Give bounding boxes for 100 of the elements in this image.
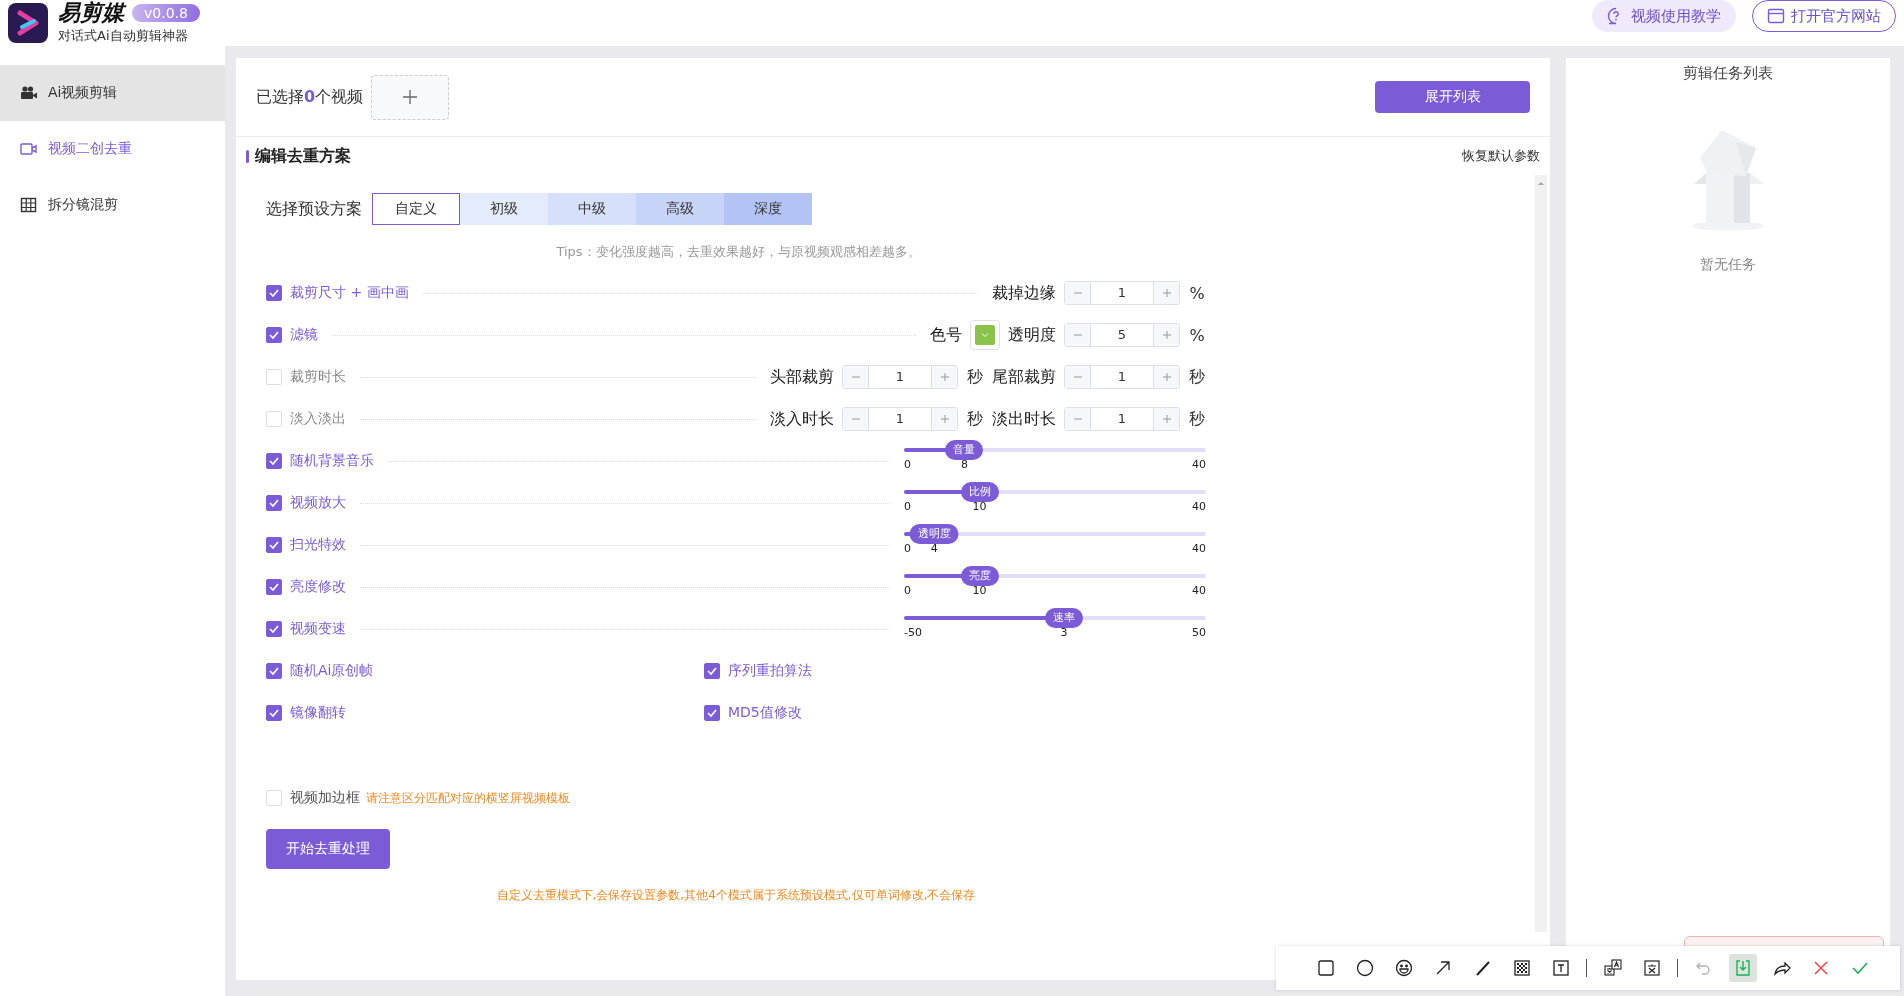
grid-icon	[20, 197, 38, 213]
checkbox[interactable]	[266, 705, 282, 721]
option-label: 镜像翻转	[290, 704, 346, 722]
option-label: MD5值修改	[728, 704, 802, 722]
panel-title: 剪辑任务列表	[1683, 64, 1773, 83]
preset-tab[interactable]: 自定义	[372, 193, 460, 225]
section-marker	[246, 149, 249, 163]
option-label: 视频变速	[290, 620, 346, 638]
number-stepper[interactable]: 5	[1064, 323, 1180, 347]
number-stepper[interactable]: 1	[842, 407, 958, 431]
preset-tab[interactable]: 初级	[460, 193, 548, 225]
app-logo	[8, 3, 48, 43]
option-label: 扫光特效	[290, 536, 346, 554]
slider-track[interactable]: 速率	[904, 608, 1206, 628]
browser-icon	[1767, 7, 1785, 25]
param-label: 裁掉边缘	[992, 282, 1056, 304]
slider-track[interactable]: 亮度	[904, 566, 1206, 586]
slider-thumb[interactable]: 音量	[945, 440, 984, 460]
number-stepper[interactable]: 1	[1064, 281, 1180, 305]
checkbox[interactable]	[266, 621, 282, 637]
app-tagline: 对话式Ai自动剪辑神器	[58, 27, 189, 45]
warning-note: 请注意区分匹配对应的横竖屏视频模板	[366, 789, 570, 807]
sidebar-item[interactable]: Ai视频剪辑	[0, 65, 225, 121]
reset-link[interactable]: 恢复默认参数	[1462, 147, 1540, 165]
slider-value: 4	[930, 542, 938, 555]
unit-label: 秒	[966, 366, 984, 388]
slider-value: 10	[972, 584, 987, 597]
option-label: 随机背景音乐	[290, 452, 374, 470]
slider-thumb[interactable]: 比例	[960, 482, 999, 502]
slider-value: 8	[960, 458, 968, 471]
checkbox[interactable]	[704, 705, 720, 721]
start-button[interactable]: 开始去重处理	[266, 829, 390, 869]
footer-note: 自定义去重模式下,会保存设置参数,其他4个模式属于系统预设模式,仅可单词修改,不会保存	[495, 887, 977, 904]
preset-tab[interactable]: 中级	[548, 193, 636, 225]
empty-message: 暂无任务	[1700, 256, 1756, 274]
unit-label: 秒	[1188, 408, 1206, 430]
slider-min: 0	[904, 542, 911, 555]
param-label: 色号	[930, 324, 962, 346]
camera-icon	[20, 85, 38, 101]
sidebar-item[interactable]: 拆分镜混剪	[0, 177, 225, 233]
slider-min: 0	[904, 500, 911, 513]
checkbox[interactable]	[266, 495, 282, 511]
option-label: 淡入淡出	[290, 410, 346, 428]
option-label: 随机Ai原创帧	[290, 662, 374, 680]
slider-thumb[interactable]: 速率	[1045, 608, 1084, 628]
plus-icon[interactable]	[1161, 330, 1172, 340]
slider-max: 40	[1192, 458, 1206, 471]
slider-track[interactable]: 透明度	[904, 524, 1206, 544]
tips-text: Tips：变化强度越高，去重效果越好，与原视频观感相差越多。	[555, 243, 922, 261]
unit-label: %	[1188, 325, 1206, 345]
slider-track[interactable]: 音量	[904, 440, 1206, 460]
slider-track[interactable]: 比例	[904, 482, 1206, 502]
param-label: 头部裁剪	[770, 366, 834, 388]
slider-min: 0	[904, 458, 911, 471]
plus-icon[interactable]	[939, 414, 950, 424]
slider-value: 10	[972, 500, 987, 513]
number-stepper[interactable]: 1	[842, 365, 958, 389]
slider-max: 50	[1192, 626, 1206, 639]
slider-max: 40	[1192, 584, 1206, 597]
unit-label: %	[1188, 283, 1206, 303]
sidebar-item[interactable]: 视频二创去重	[0, 121, 225, 177]
checkbox[interactable]	[266, 663, 282, 679]
option-label: 视频加边框	[290, 789, 360, 807]
option-label: 视频放大	[290, 494, 346, 512]
website-button[interactable]: 打开官方网站	[1752, 0, 1896, 32]
checkbox[interactable]	[266, 327, 282, 343]
scroll-up-icon[interactable]	[1537, 181, 1545, 186]
option-label: 亮度修改	[290, 578, 346, 596]
checkbox[interactable]	[266, 453, 282, 469]
param-label: 透明度	[1008, 324, 1056, 346]
plus-icon[interactable]	[1161, 372, 1172, 382]
slider-thumb[interactable]: 透明度	[909, 524, 959, 544]
number-stepper[interactable]: 1	[1064, 365, 1180, 389]
slider-value: 3	[1060, 626, 1068, 639]
selected-count: 已选择0个视频	[256, 86, 364, 108]
preset-tab[interactable]: 深度	[724, 193, 812, 225]
scrollbar[interactable]	[1535, 175, 1547, 932]
preset-tab[interactable]: 高级	[636, 193, 724, 225]
plus-icon[interactable]	[939, 372, 950, 382]
checkbox[interactable]	[704, 663, 720, 679]
plus-icon[interactable]	[1161, 414, 1172, 424]
slider-min: 0	[904, 584, 911, 597]
unit-label: 秒	[966, 408, 984, 430]
expand-list-button[interactable]: 展开列表	[1375, 81, 1530, 113]
video-icon	[20, 141, 38, 157]
slider-max: 40	[1192, 542, 1206, 555]
checkbox[interactable]	[266, 579, 282, 595]
slider-max: 40	[1192, 500, 1206, 513]
checkbox[interactable]	[266, 285, 282, 301]
checkbox[interactable]	[266, 537, 282, 553]
tutorial-button[interactable]: 视频使用教学	[1592, 0, 1736, 32]
version-badge: v0.0.8	[132, 4, 200, 22]
download-icon[interactable]	[1728, 954, 1757, 982]
plus-icon[interactable]	[1161, 288, 1172, 298]
option-label: 裁剪时长	[290, 368, 346, 386]
preset-label: 选择预设方案	[266, 198, 362, 220]
unit-label: 秒	[1188, 366, 1206, 388]
slider-thumb[interactable]: 亮度	[960, 566, 999, 586]
option-label: 序列重拍算法	[728, 662, 812, 680]
number-stepper[interactable]: 1	[1064, 407, 1180, 431]
